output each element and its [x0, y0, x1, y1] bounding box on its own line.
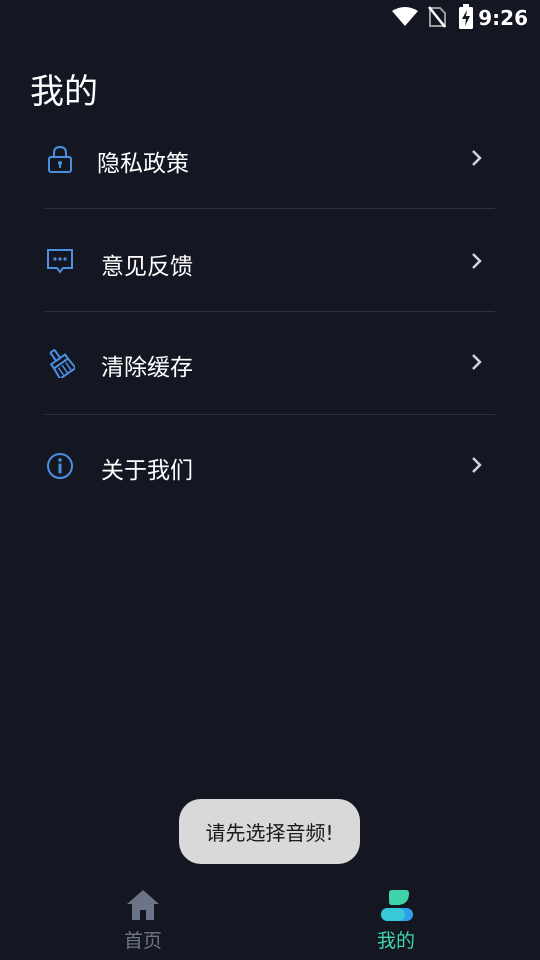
chevron-right-icon: [472, 354, 482, 370]
battery-charging-icon: [459, 4, 473, 29]
tab-label: 首页: [123, 930, 162, 952]
tab-label: 我的: [376, 930, 415, 952]
message-dots-icon: [47, 249, 73, 274]
tab-mine[interactable]: 我的: [336, 876, 456, 960]
status-bar: 9:26: [0, 0, 540, 36]
settings-menu: 隐私政策 意见反馈 清除缓存 关于我们: [45, 106, 495, 518]
wifi-icon: [392, 7, 418, 26]
menu-item-about-us[interactable]: 关于我们: [45, 415, 495, 518]
tab-home[interactable]: 首页: [83, 876, 203, 960]
broom-icon: [49, 349, 75, 378]
lock-icon: [48, 145, 72, 173]
info-icon: [47, 453, 73, 479]
status-time: 9:26: [478, 6, 528, 30]
bottom-nav: 首页 我的: [0, 876, 540, 960]
menu-item-label: 清除缓存: [101, 355, 193, 381]
menu-item-label: 关于我们: [101, 458, 193, 484]
toast-text: 请先选择音频!: [205, 821, 334, 845]
home-icon: [127, 890, 159, 920]
menu-item-feedback[interactable]: 意见反馈: [45, 209, 495, 312]
chevron-right-icon: [472, 150, 482, 166]
chevron-right-icon: [472, 253, 482, 269]
menu-item-label: 隐私政策: [97, 151, 189, 177]
menu-item-privacy-policy[interactable]: 隐私政策: [45, 106, 495, 209]
menu-item-clear-cache[interactable]: 清除缓存: [45, 312, 495, 415]
screen: 9:26 我的 隐私政策 意见反馈 清除缓存 关于我们 请先选择音频! 首页 我…: [0, 0, 540, 960]
chevron-right-icon: [472, 457, 482, 473]
person-icon: [381, 890, 413, 921]
toast-message: 请先选择音频!: [179, 799, 360, 864]
no-sim-icon: [428, 6, 446, 28]
menu-item-label: 意见反馈: [101, 254, 193, 280]
